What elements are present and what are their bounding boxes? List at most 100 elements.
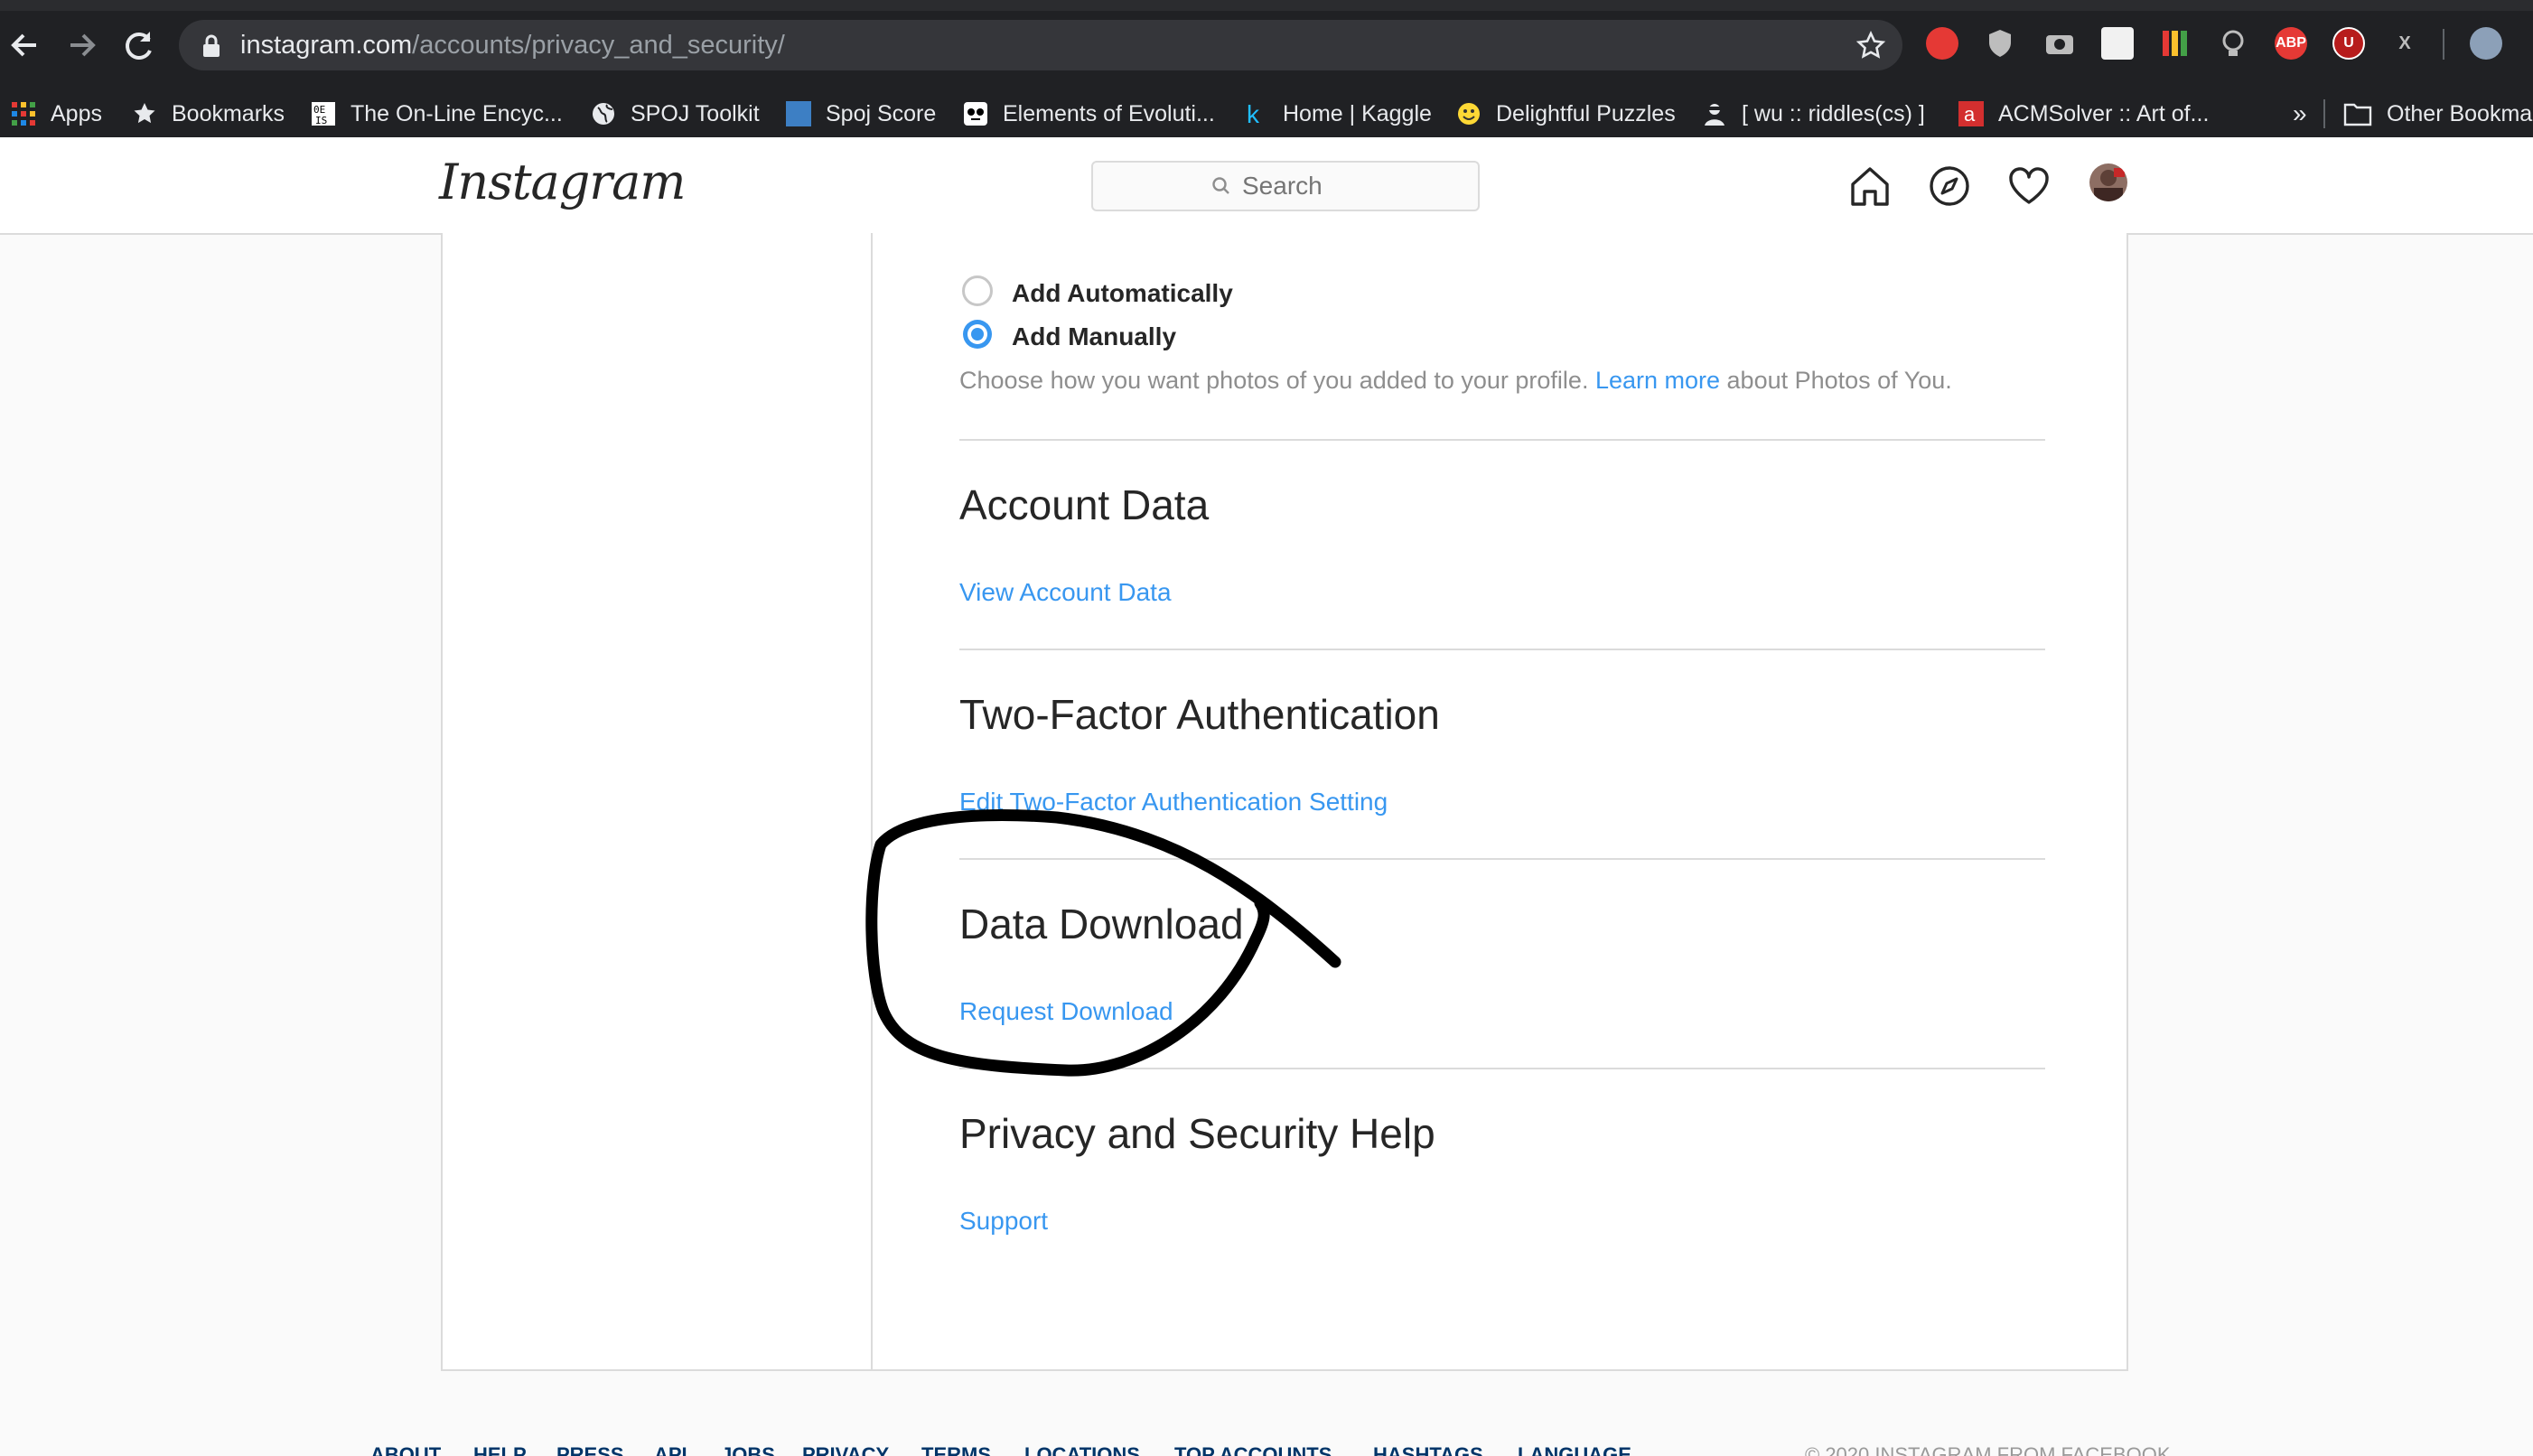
reload-button[interactable] [114,20,164,70]
bookmark-label: SPOJ Toolkit [631,100,760,126]
abp-icon[interactable]: ABP [2275,27,2307,60]
other-bookmarks[interactable]: Other Bookmarks [2343,90,2533,137]
footer-link-help[interactable]: HELP [473,1443,527,1456]
x-icon[interactable]: X [2388,27,2421,60]
camera-icon[interactable] [2043,27,2076,60]
help-text-end: about Photos of You. [1720,367,1952,394]
panel-divider [871,233,873,1369]
forward-button[interactable] [56,20,107,70]
data-download-title: Data Download [959,901,1244,947]
ublock-icon[interactable]: U [2332,27,2365,60]
bookmarks-bar: Apps Bookmarks 0E IS The On-Line Encyc...… [0,90,2533,138]
footer: ABOUT HELP PRESS API JOBS PRIVACY TERMS … [0,1436,2533,1456]
instagram-header: Instagram [0,137,2533,235]
profile-avatar[interactable] [2089,163,2128,202]
radio-add-automatically[interactable] [961,275,994,307]
explore-compass-icon[interactable] [1928,164,1971,208]
section-divider [959,858,2045,860]
svg-text:IS: IS [315,115,327,126]
bookmark-kaggle[interactable]: k Home | Kaggle [1243,90,1432,137]
footer-link-about[interactable]: ABOUT [370,1443,441,1456]
face-icon [964,102,987,126]
folder-icon [2343,103,2372,126]
bookmark-spoj-toolkit[interactable]: SPOJ Toolkit [591,90,760,137]
address-bar[interactable]: instagram.com/accounts/privacy_and_secur… [179,20,1902,70]
instagram-logo[interactable]: Instagram [439,154,686,210]
bookmark-star-icon[interactable] [1855,30,1886,61]
bookmark-label: Delightful Puzzles [1496,100,1676,126]
footer-link-hashtags[interactable]: HASHTAGS [1373,1443,1483,1456]
browser-toolbar: instagram.com/accounts/privacy_and_secur… [0,0,2533,90]
shield-icon[interactable] [1984,27,2016,60]
acm-icon: a [1958,101,1984,126]
bookmark-elements-of-evolution[interactable]: Elements of Evoluti... [963,90,1215,137]
svg-text:k: k [1247,101,1260,126]
learn-more-link[interactable]: Learn more [1595,367,1720,394]
bookmark-label: Home | Kaggle [1283,100,1432,126]
settings-panel: Add Automatically Add Manually Choose ho… [441,233,2128,1371]
bookmark-spoj-score[interactable]: Spoj Score [786,90,936,137]
red-hand-icon[interactable] [1926,27,1958,60]
section-divider [959,649,2045,650]
apps-grid-icon [12,102,35,126]
footer-link-api[interactable]: API [654,1443,687,1456]
oeis-icon: 0EIS [312,102,335,126]
smiley-icon [1458,103,1480,125]
bookmark-label: Elements of Evoluti... [1003,100,1215,126]
heart-activity-icon[interactable] [2007,164,2051,208]
search-input[interactable] [1242,172,1360,201]
globe-icon [593,103,614,125]
bookmark-label: ACMSolver :: Art of... [1998,100,2210,126]
wu-icon [1705,104,1724,126]
kaggle-icon: k [1247,101,1260,126]
url-path: /accounts/privacy_and_security/ [412,31,785,60]
bookmark-delightful-puzzles[interactable]: Delightful Puzzles [1456,90,1676,137]
search-box[interactable] [1091,161,1480,211]
footer-link-privacy[interactable]: PRIVACY [802,1443,889,1456]
two-factor-title: Two-Factor Authentication [959,691,1440,738]
blue-square-icon [786,101,811,126]
back-arrow-icon [11,33,36,57]
back-button[interactable] [0,20,51,70]
lock-icon [203,34,220,57]
search-icon [1212,177,1229,194]
svg-text:a: a [1964,103,1976,126]
footer-copyright: © 2020 INSTAGRAM FROM FACEBOOK [1805,1443,2171,1456]
section-divider [959,1068,2045,1069]
edit-two-factor-link[interactable]: Edit Two-Factor Authentication Setting [959,788,1388,817]
bookmark-label: Apps [51,100,102,126]
footer-link-top-accounts[interactable]: TOP ACCOUNTS [1174,1443,1332,1456]
footer-link-terms[interactable]: TERMS [921,1443,991,1456]
request-download-link[interactable]: Request Download [959,997,1173,1026]
radio-label-add-automatically: Add Automatically [1012,279,1233,307]
bookmark-apps[interactable]: Apps [11,90,102,137]
footer-link-press[interactable]: PRESS [556,1443,624,1456]
toolbar-divider [2443,29,2444,60]
ext-icon[interactable] [2101,27,2134,60]
reload-icon [126,32,152,60]
url-host: instagram.com [240,31,413,60]
profile-avatar-icon[interactable] [2470,27,2502,60]
bookmark-wu-riddles[interactable]: [ wu :: riddles(cs) ] [1702,90,1925,137]
privacy-security-help-title: Privacy and Security Help [959,1110,1435,1157]
home-icon[interactable] [1848,164,1892,208]
help-text-start: Choose how you want photos of you added … [959,367,1595,394]
bookmark-label: Spoj Score [826,100,937,126]
footer-link-jobs[interactable]: JOBS [721,1443,775,1456]
bookmark-label: [ wu :: riddles(cs) ] [1742,100,1925,126]
bulb-icon[interactable] [2217,27,2249,60]
star-icon [134,103,155,124]
footer-link-language[interactable]: LANGUAGE [1518,1443,1631,1456]
bookmark-label: The On-Line Encyc... [351,100,563,126]
view-account-data-link[interactable]: View Account Data [959,578,1172,607]
support-link[interactable]: Support [959,1207,1048,1236]
radio-label-add-manually: Add Manually [1012,322,1177,350]
footer-link-locations[interactable]: LOCATIONS [1024,1443,1140,1456]
bookmarks-overflow-button[interactable]: » [2293,90,2307,137]
bookmarks-divider [2323,99,2325,128]
bookmark-bookmarks[interactable]: Bookmarks [132,90,285,137]
radio-add-manually[interactable] [961,318,994,350]
bookmark-acmsolver[interactable]: a ACMSolver :: Art of... [1958,90,2209,137]
bars-icon[interactable] [2159,27,2192,60]
bookmark-oeis[interactable]: 0E IS The On-Line Encyc... [311,90,563,137]
